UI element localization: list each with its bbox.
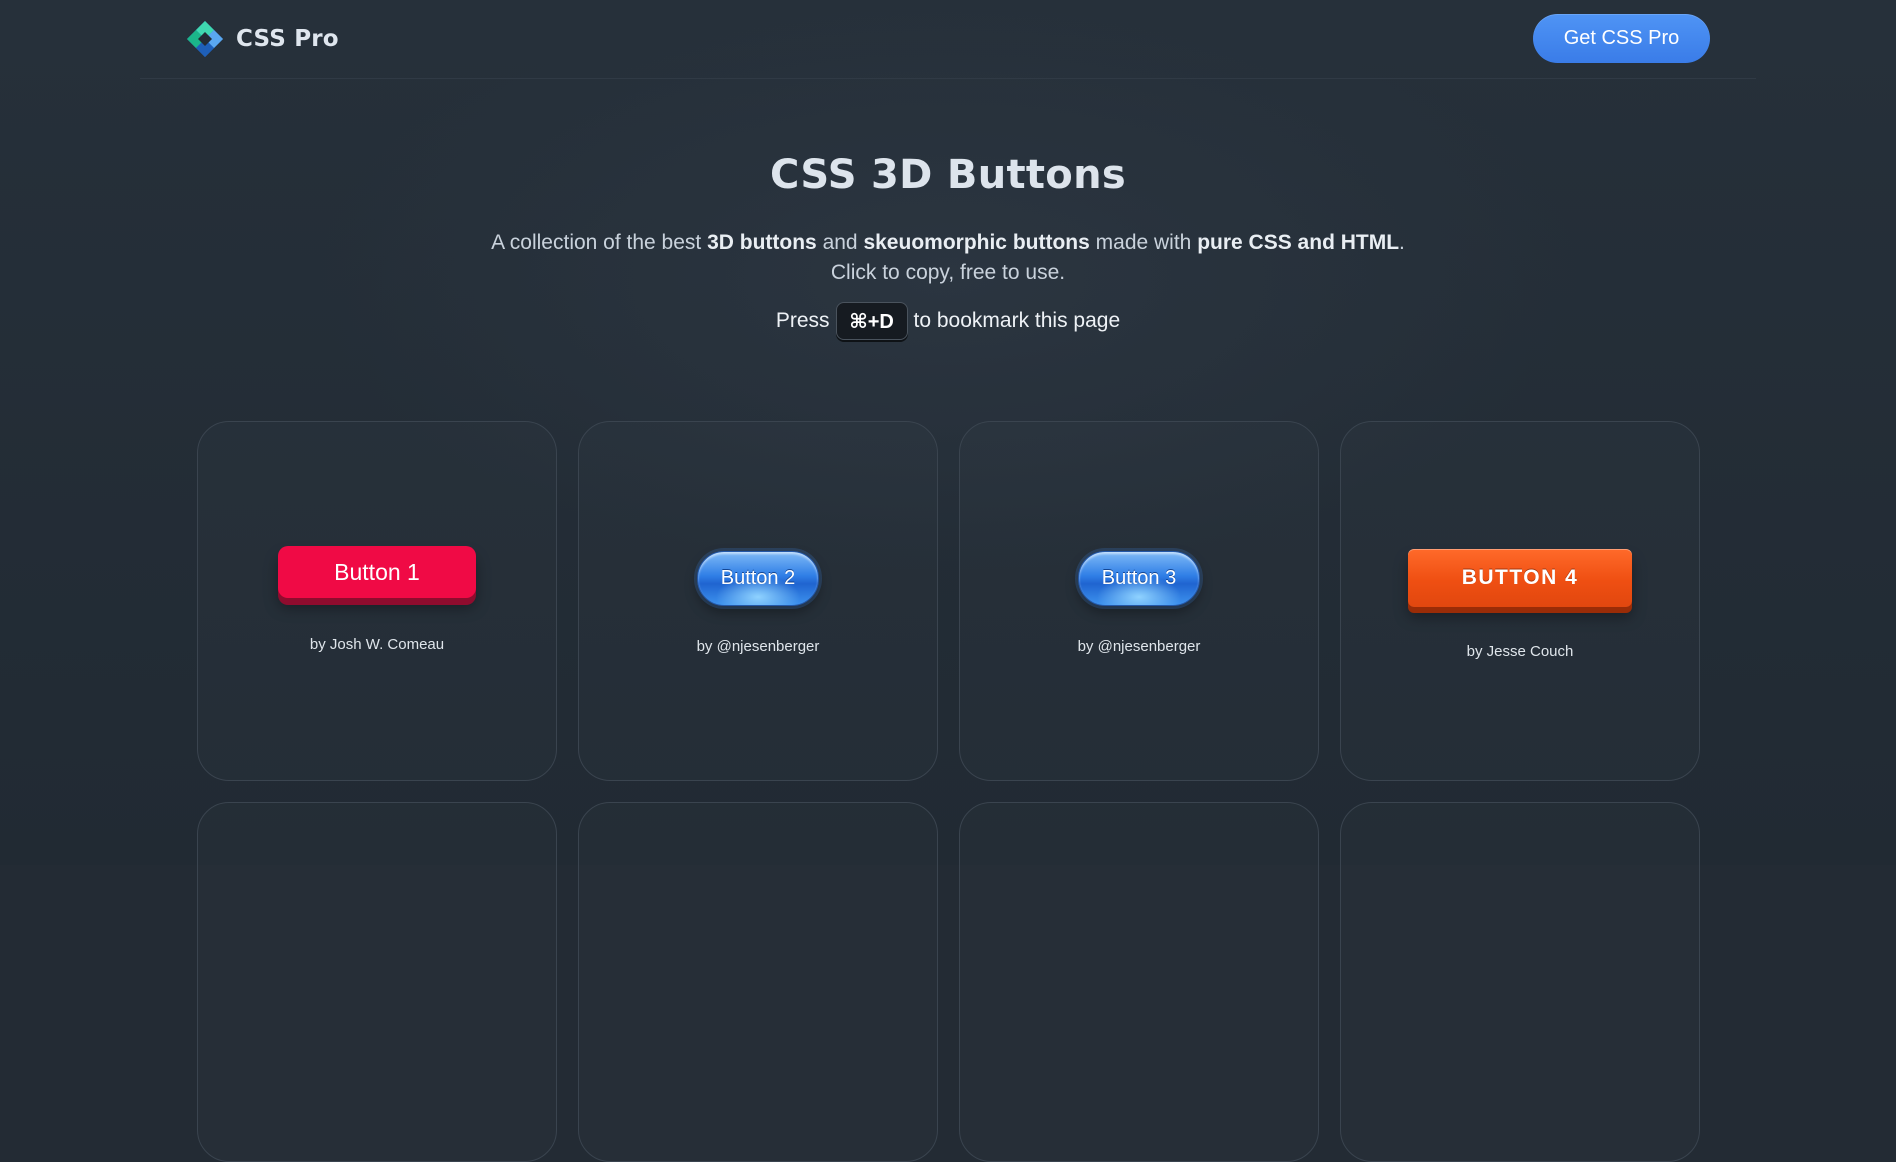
keyboard-shortcut-badge: ⌘+D [835,302,908,340]
press-label: Press [775,309,830,332]
brand-name: CSS Pro [236,26,339,52]
button-card-3[interactable]: Button 3 by @njesenberger [959,421,1319,781]
desc-text-3: made with [1089,231,1198,254]
button-card-1[interactable]: Button 1 by Josh W. Comeau [197,421,557,781]
page-description: A collection of the best 3D buttons and … [0,228,1896,288]
button-card-2[interactable]: Button 2 by @njesenberger [578,421,938,781]
demo-button-4[interactable]: BUTTON 4 [1408,549,1632,607]
desc-text-1: A collection of the best [491,231,708,254]
desc-line-2: Click to copy, free to use. [830,261,1066,284]
card-author: by Josh W. Comeau [309,636,445,653]
card-author: by @njesenberger [696,638,820,655]
button-card-6[interactable] [578,802,938,1162]
desc-bold-3d-buttons: 3D buttons [707,231,817,254]
button-card-8[interactable] [1340,802,1700,1162]
bookmark-label: to bookmark this page [913,309,1121,332]
diamond-logo-icon [187,21,223,57]
desc-bold-pure-css: pure CSS and HTML [1197,231,1400,254]
card-author: by Jesse Couch [1466,643,1574,660]
page-title: CSS 3D Buttons [770,152,1126,198]
button-card-4[interactable]: BUTTON 4 by Jesse Couch [1340,421,1700,781]
get-css-pro-button[interactable]: Get CSS Pro [1533,14,1710,63]
demo-button-1[interactable]: Button 1 [278,546,476,598]
desc-bold-skeuomorphic: skeuomorphic buttons [863,231,1090,254]
hero-section: CSS 3D Buttons A collection of the best … [0,152,1896,340]
button-card-7[interactable] [959,802,1319,1162]
bookmark-hint: Press ⌘+D to bookmark this page [0,302,1896,340]
desc-text-2: and [816,231,864,254]
button-card-5[interactable] [197,802,557,1162]
card-author: by @njesenberger [1077,638,1201,655]
desc-text-4: . [1399,231,1405,254]
demo-button-3[interactable]: Button 3 [1078,551,1200,606]
top-navigation: CSS Pro Get CSS Pro [140,0,1756,79]
brand-logo[interactable]: CSS Pro [186,20,339,58]
demo-button-2[interactable]: Button 2 [697,551,819,606]
